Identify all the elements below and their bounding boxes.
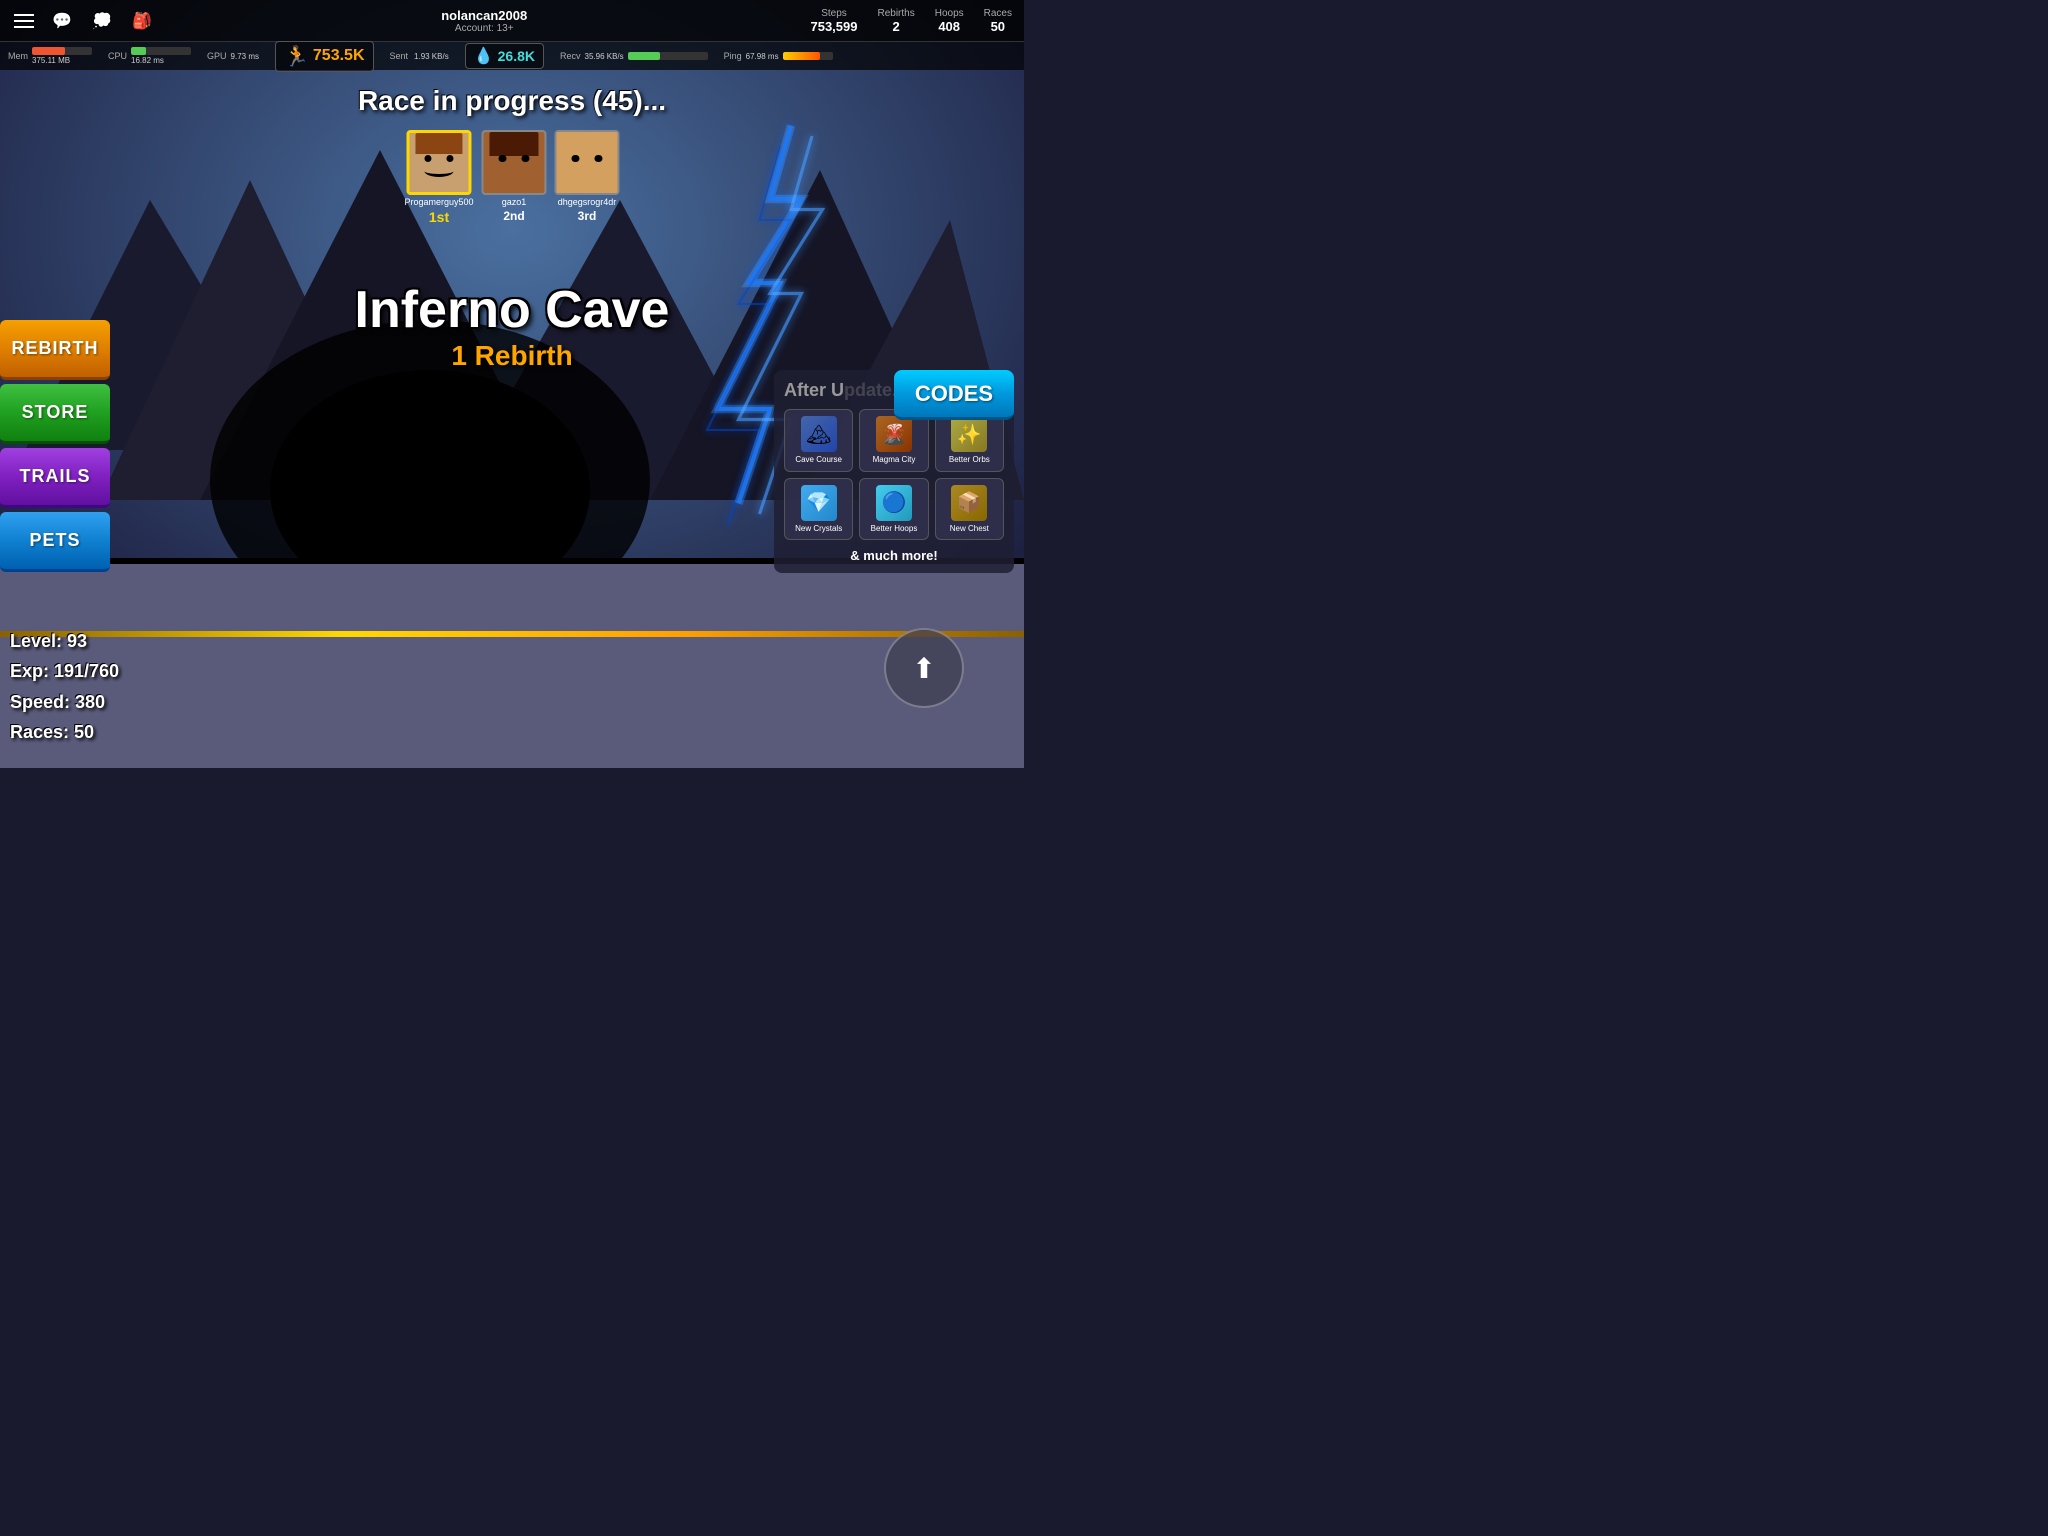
- update-new-chest[interactable]: 📦 New Chest: [935, 478, 1004, 541]
- mem-stat: Mem 375.11 MB: [8, 47, 92, 65]
- races-stat: Races 50: [984, 8, 1012, 34]
- rebirth-button[interactable]: REBIRTH: [0, 320, 110, 380]
- username-1: Progamerguy500: [404, 197, 473, 207]
- exp-stat: Exp: 191/760: [10, 656, 119, 687]
- rebirths-stat: Rebirths 2: [877, 8, 914, 34]
- zone-title: Inferno Cave 1 Rebirth: [355, 280, 670, 372]
- zone-name: Inferno Cave: [355, 280, 670, 340]
- rank-1: 1st: [429, 209, 449, 225]
- update-new-crystals[interactable]: 💎 New Crystals: [784, 478, 853, 541]
- update-cave-course[interactable]: 🏔 Cave Course: [784, 409, 853, 472]
- zone-requirement: 1 Rebirth: [355, 340, 670, 372]
- menu-button[interactable]: [6, 3, 42, 39]
- player-account: Account: 13+: [158, 23, 810, 34]
- race-progress: Race in progress (45)...: [358, 85, 666, 117]
- race-position-2: gazo1 2nd: [482, 130, 547, 225]
- ground-bar: [0, 631, 1024, 637]
- level-stat: Level: 93: [10, 626, 119, 657]
- username-3: dhgegsrogr4dr: [558, 197, 617, 207]
- race-positions: Progamerguy500 1st gazo1 2nd dhgegsrogr4…: [404, 130, 619, 225]
- store-button[interactable]: STORE: [0, 384, 110, 444]
- top-bar: 💬 💭 🎒 nolancan2008 Account: 13+ Steps 75…: [0, 0, 1024, 42]
- rank-2: 2nd: [503, 209, 524, 223]
- left-buttons: REBIRTH STORE TRAILS PETS: [0, 320, 110, 572]
- steps-stat: Steps 753,599: [810, 8, 857, 34]
- hoops-stat: Hoops 408: [935, 8, 964, 34]
- gpu-label-stat: GPU 9.73 ms: [207, 51, 259, 61]
- rank-3: 3rd: [578, 209, 597, 223]
- jump-button[interactable]: ⬆: [884, 628, 964, 708]
- pets-button[interactable]: PETS: [0, 512, 110, 572]
- player-info: nolancan2008 Account: 13+: [158, 8, 810, 34]
- bag-icon[interactable]: 🎒: [126, 5, 158, 37]
- update-grid: 🏔 Cave Course 🌋 Magma City ✨ Better Orbs…: [784, 409, 1004, 540]
- avatar-2: [482, 130, 547, 195]
- avatar-1: [406, 130, 471, 195]
- update-better-hoops[interactable]: 🔵 Better Hoops: [859, 478, 928, 541]
- performance-bar: Mem 375.11 MB CPU 16.82 ms GPU 9.73 ms 🏃…: [0, 42, 1024, 70]
- gpu-display: 🏃 753.5K: [275, 41, 374, 72]
- bottom-stats: Level: 93 Exp: 191/760 Speed: 380 Races:…: [10, 626, 119, 748]
- avatar-3: [555, 130, 620, 195]
- codes-button[interactable]: CODES: [894, 370, 1014, 420]
- chat-icon[interactable]: 💬: [46, 5, 78, 37]
- trails-button[interactable]: TRAILS: [0, 448, 110, 508]
- sent-stat: Sent 1.93 KB/s: [390, 51, 449, 61]
- username-2: gazo1: [502, 197, 527, 207]
- jump-arrow-icon: ⬆: [912, 652, 935, 685]
- speech-icon[interactable]: 💭: [86, 5, 118, 37]
- races-stat-bottom: Races: 50: [10, 717, 119, 748]
- player-name: nolancan2008: [158, 8, 810, 23]
- cpu-stat: CPU 16.82 ms: [108, 47, 191, 65]
- sent-display: 💧 26.8K: [465, 43, 544, 69]
- recv-stat: Recv 35.96 KB/s: [560, 51, 708, 61]
- race-status: Race in progress (45)...: [358, 85, 666, 117]
- speed-stat: Speed: 380: [10, 687, 119, 718]
- ping-stat: Ping 67.98 ms: [724, 51, 833, 61]
- race-position-1: Progamerguy500 1st: [404, 130, 473, 225]
- much-more-text: & much more!: [784, 548, 1004, 563]
- top-icons: 💬 💭 🎒: [46, 5, 158, 37]
- race-position-3: dhgegsrogr4dr 3rd: [555, 130, 620, 225]
- stats-right: Steps 753,599 Rebirths 2 Hoops 408 Races…: [810, 8, 1024, 34]
